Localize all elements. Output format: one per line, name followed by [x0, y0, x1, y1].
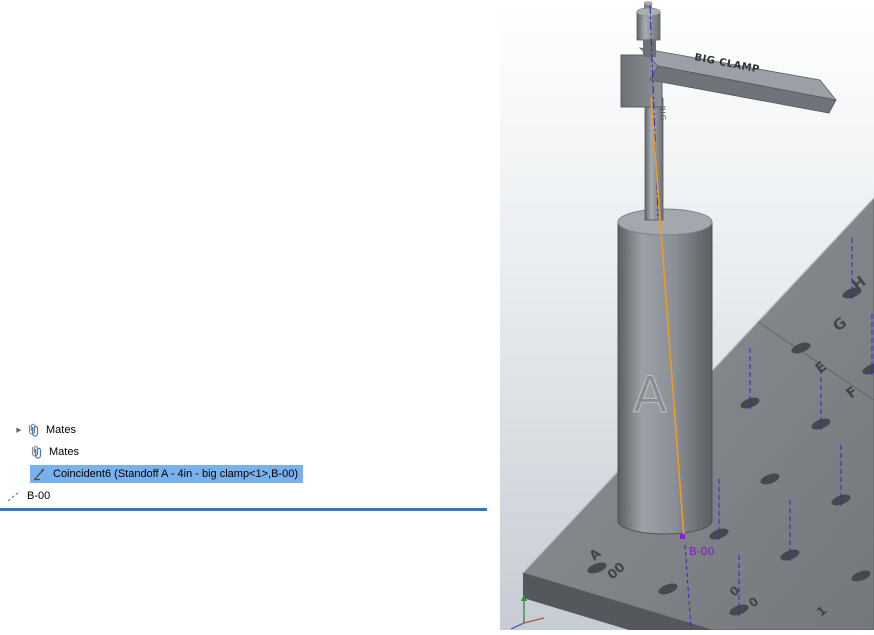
tree-row-coincident6[interactable]: Coincident6 (Standoff A - 4in - big clam… [0, 463, 500, 485]
tree-label: Mates [46, 424, 76, 436]
mates-icon [28, 444, 44, 460]
rollback-bar[interactable] [0, 508, 487, 511]
b00-point-marker[interactable] [680, 534, 685, 539]
coincident-mate-icon [32, 466, 48, 482]
sketch-axis-icon [6, 488, 22, 504]
tree-row-b00[interactable]: B-00 [0, 485, 500, 507]
tree-label: Coincident6 (Standoff A - 4in - big clam… [53, 468, 298, 480]
viewport-canvas[interactable]: H G E F A 00 0 0 1 A BIG BIG CLAMP B-00 [500, 0, 874, 631]
expand-arrow-icon[interactable]: ▶ [13, 426, 25, 434]
b00-label[interactable]: B-00 [689, 545, 715, 558]
cylinder-top-face[interactable] [617, 208, 713, 236]
graphics-viewport[interactable]: H G E F A 00 0 0 1 A BIG BIG CLAMP B-00 [500, 0, 874, 631]
feature-tree: ▶ Mates Mates Coincident6 (Standoff A - … [0, 419, 500, 507]
tree-row-mates-2[interactable]: Mates [0, 441, 500, 463]
tree-label: Mates [49, 446, 79, 458]
standoff-cylinder[interactable]: A [617, 208, 713, 535]
tree-row-mates-1[interactable]: ▶ Mates [0, 419, 500, 441]
standoff-engraving: A [633, 366, 667, 424]
feature-manager-panel: ▶ Mates Mates Coincident6 (Standoff A - … [0, 0, 500, 630]
mates-icon [25, 422, 41, 438]
selection-highlight[interactable]: Coincident6 (Standoff A - 4in - big clam… [30, 465, 303, 483]
knob-neck [643, 40, 656, 57]
tree-label: B-00 [27, 490, 51, 502]
rod-engraving: BIG [658, 106, 667, 122]
